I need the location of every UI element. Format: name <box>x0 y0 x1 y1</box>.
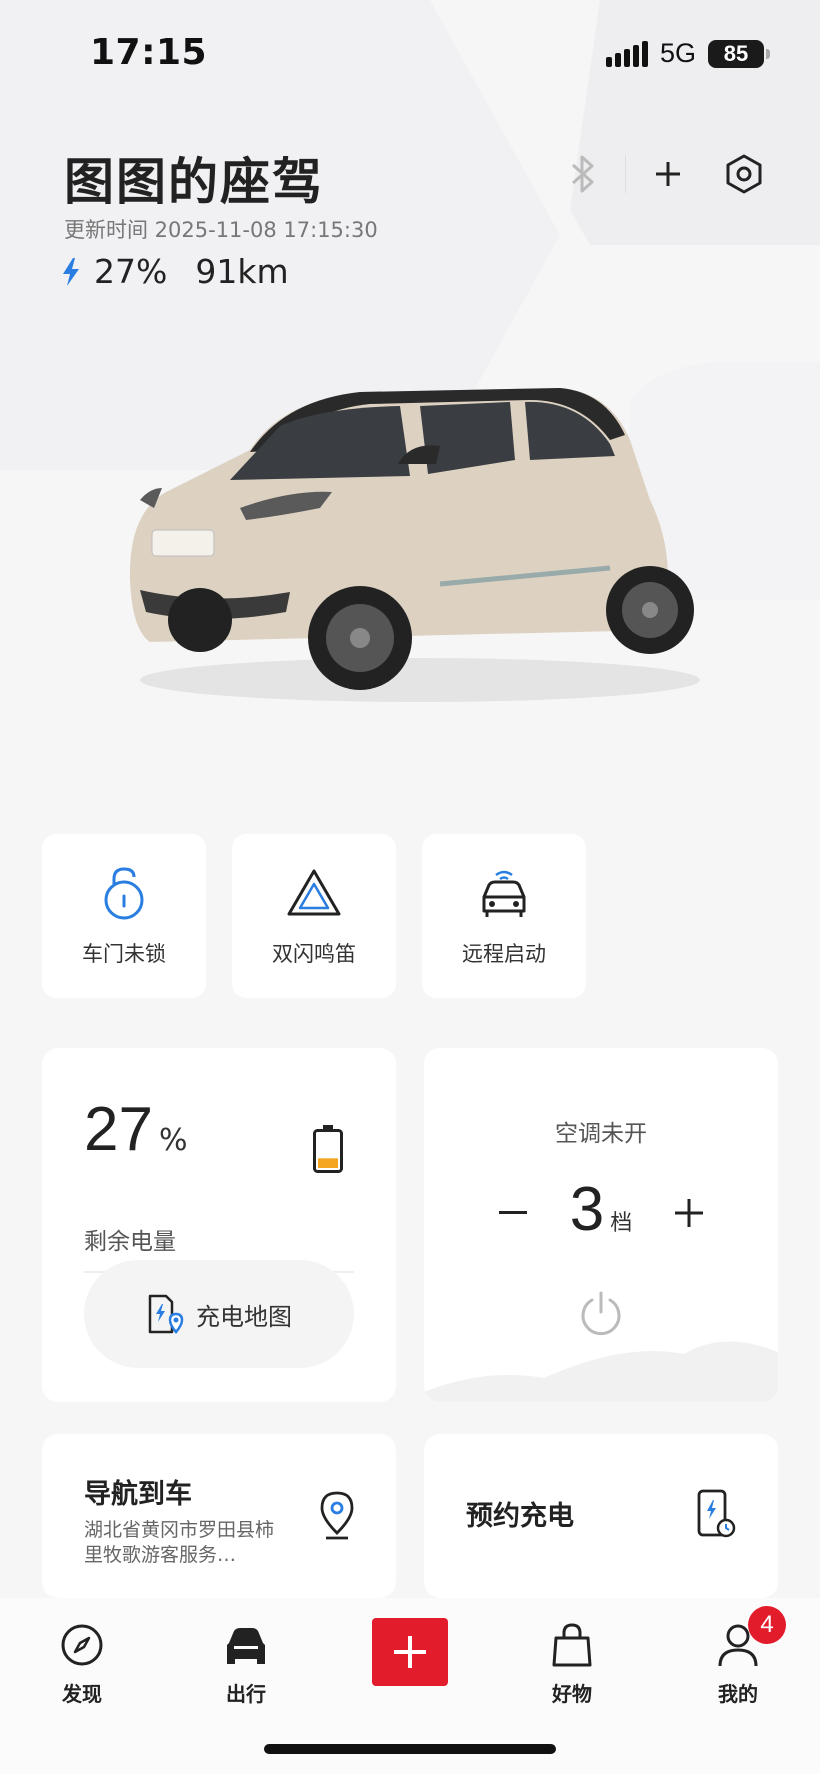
status-indicators: 5G 85 <box>605 38 770 69</box>
battery-icon <box>313 1125 343 1173</box>
header-actions <box>559 150 768 198</box>
status-bar: 17:15 5G 85 <box>0 0 820 100</box>
ac-card: 空调未开 3档 <box>424 1048 778 1402</box>
tab-shop-label: 好物 <box>552 1682 592 1706</box>
battery-indicator: 85 <box>708 39 770 68</box>
tab-discover-label: 发现 <box>62 1682 102 1706</box>
remote-start-button[interactable]: 远程启动 <box>422 834 586 998</box>
update-time: 更新时间 2025-11-08 17:15:30 <box>64 218 378 242</box>
ac-background-decoration <box>424 1341 778 1402</box>
battery-number: 27 <box>84 1095 153 1164</box>
schedule-charging-title: 预约充电 <box>466 1501 574 1532</box>
battery-unit: % <box>158 1123 188 1158</box>
charge-map-icon <box>148 1294 184 1334</box>
plus-icon <box>394 1636 426 1668</box>
tab-travel[interactable]: 出行 <box>196 1618 296 1707</box>
ac-increase-button[interactable] <box>664 1188 714 1238</box>
vehicle-name: 图图的座驾 <box>64 153 324 211</box>
tab-me-label: 我的 <box>718 1682 758 1706</box>
navigate-to-car-card[interactable]: 导航到车 湖北省黄冈市罗田县柿里牧歌游客服务… <box>42 1434 396 1598</box>
home-indicator[interactable] <box>264 1744 556 1754</box>
plus-icon <box>656 162 680 186</box>
ac-level: 3档 <box>424 1174 778 1245</box>
bluetooth-icon <box>571 155 594 193</box>
charge-map-label: 充电地图 <box>196 1302 292 1331</box>
unlock-icon <box>104 867 144 920</box>
header-divider <box>625 155 626 193</box>
gear-icon <box>726 154 762 194</box>
flash-horn-button[interactable]: 双闪鸣笛 <box>232 834 396 998</box>
network-type: 5G <box>659 38 696 68</box>
shopping-bag-icon <box>552 1623 592 1667</box>
location-pin-icon <box>320 1491 354 1540</box>
ac-level-number: 3 <box>569 1175 605 1244</box>
battery-percent: 27% <box>94 252 168 291</box>
flash-horn-label: 双闪鸣笛 <box>272 942 356 966</box>
tab-discover[interactable]: 发现 <box>32 1618 132 1707</box>
remote-start-label: 远程启动 <box>462 942 546 966</box>
charging-bolt-icon <box>63 257 79 286</box>
schedule-charging-card[interactable]: 预约充电 <box>424 1434 778 1598</box>
tab-travel-label: 出行 <box>226 1682 266 1706</box>
battery-label: 剩余电量 <box>84 1229 176 1255</box>
compass-icon <box>61 1624 103 1666</box>
battery-value: 27 % <box>84 1094 187 1165</box>
notification-badge: 4 <box>748 1606 786 1644</box>
car-address: 湖北省黄冈市罗田县柿里牧歌游客服务… <box>84 1519 275 1566</box>
remote-start-icon <box>482 870 526 917</box>
ac-status: 空调未开 <box>555 1121 647 1147</box>
door-lock-label: 车门未锁 <box>82 942 166 966</box>
plus-icon <box>675 1199 703 1227</box>
navigate-title: 导航到车 <box>84 1479 192 1510</box>
tab-shop[interactable]: 好物 <box>522 1618 622 1707</box>
car-image <box>129 388 700 702</box>
status-time: 17:15 <box>90 32 208 73</box>
ac-level-unit: 档 <box>610 1211 633 1236</box>
door-lock-button[interactable]: 车门未锁 <box>42 834 206 998</box>
hazard-icon <box>287 869 341 916</box>
car-icon <box>227 1628 265 1664</box>
vehicle-stats: 27% 91km <box>62 252 289 291</box>
settings-button[interactable] <box>720 150 768 198</box>
schedule-charging-icon <box>697 1489 736 1538</box>
range-km: 91km <box>195 252 289 291</box>
add-button[interactable] <box>644 150 692 198</box>
signal-icon <box>605 40 648 67</box>
bluetooth-button[interactable] <box>559 150 607 198</box>
add-tab-button[interactable] <box>372 1618 448 1686</box>
charge-map-button[interactable]: 充电地图 <box>84 1260 354 1368</box>
